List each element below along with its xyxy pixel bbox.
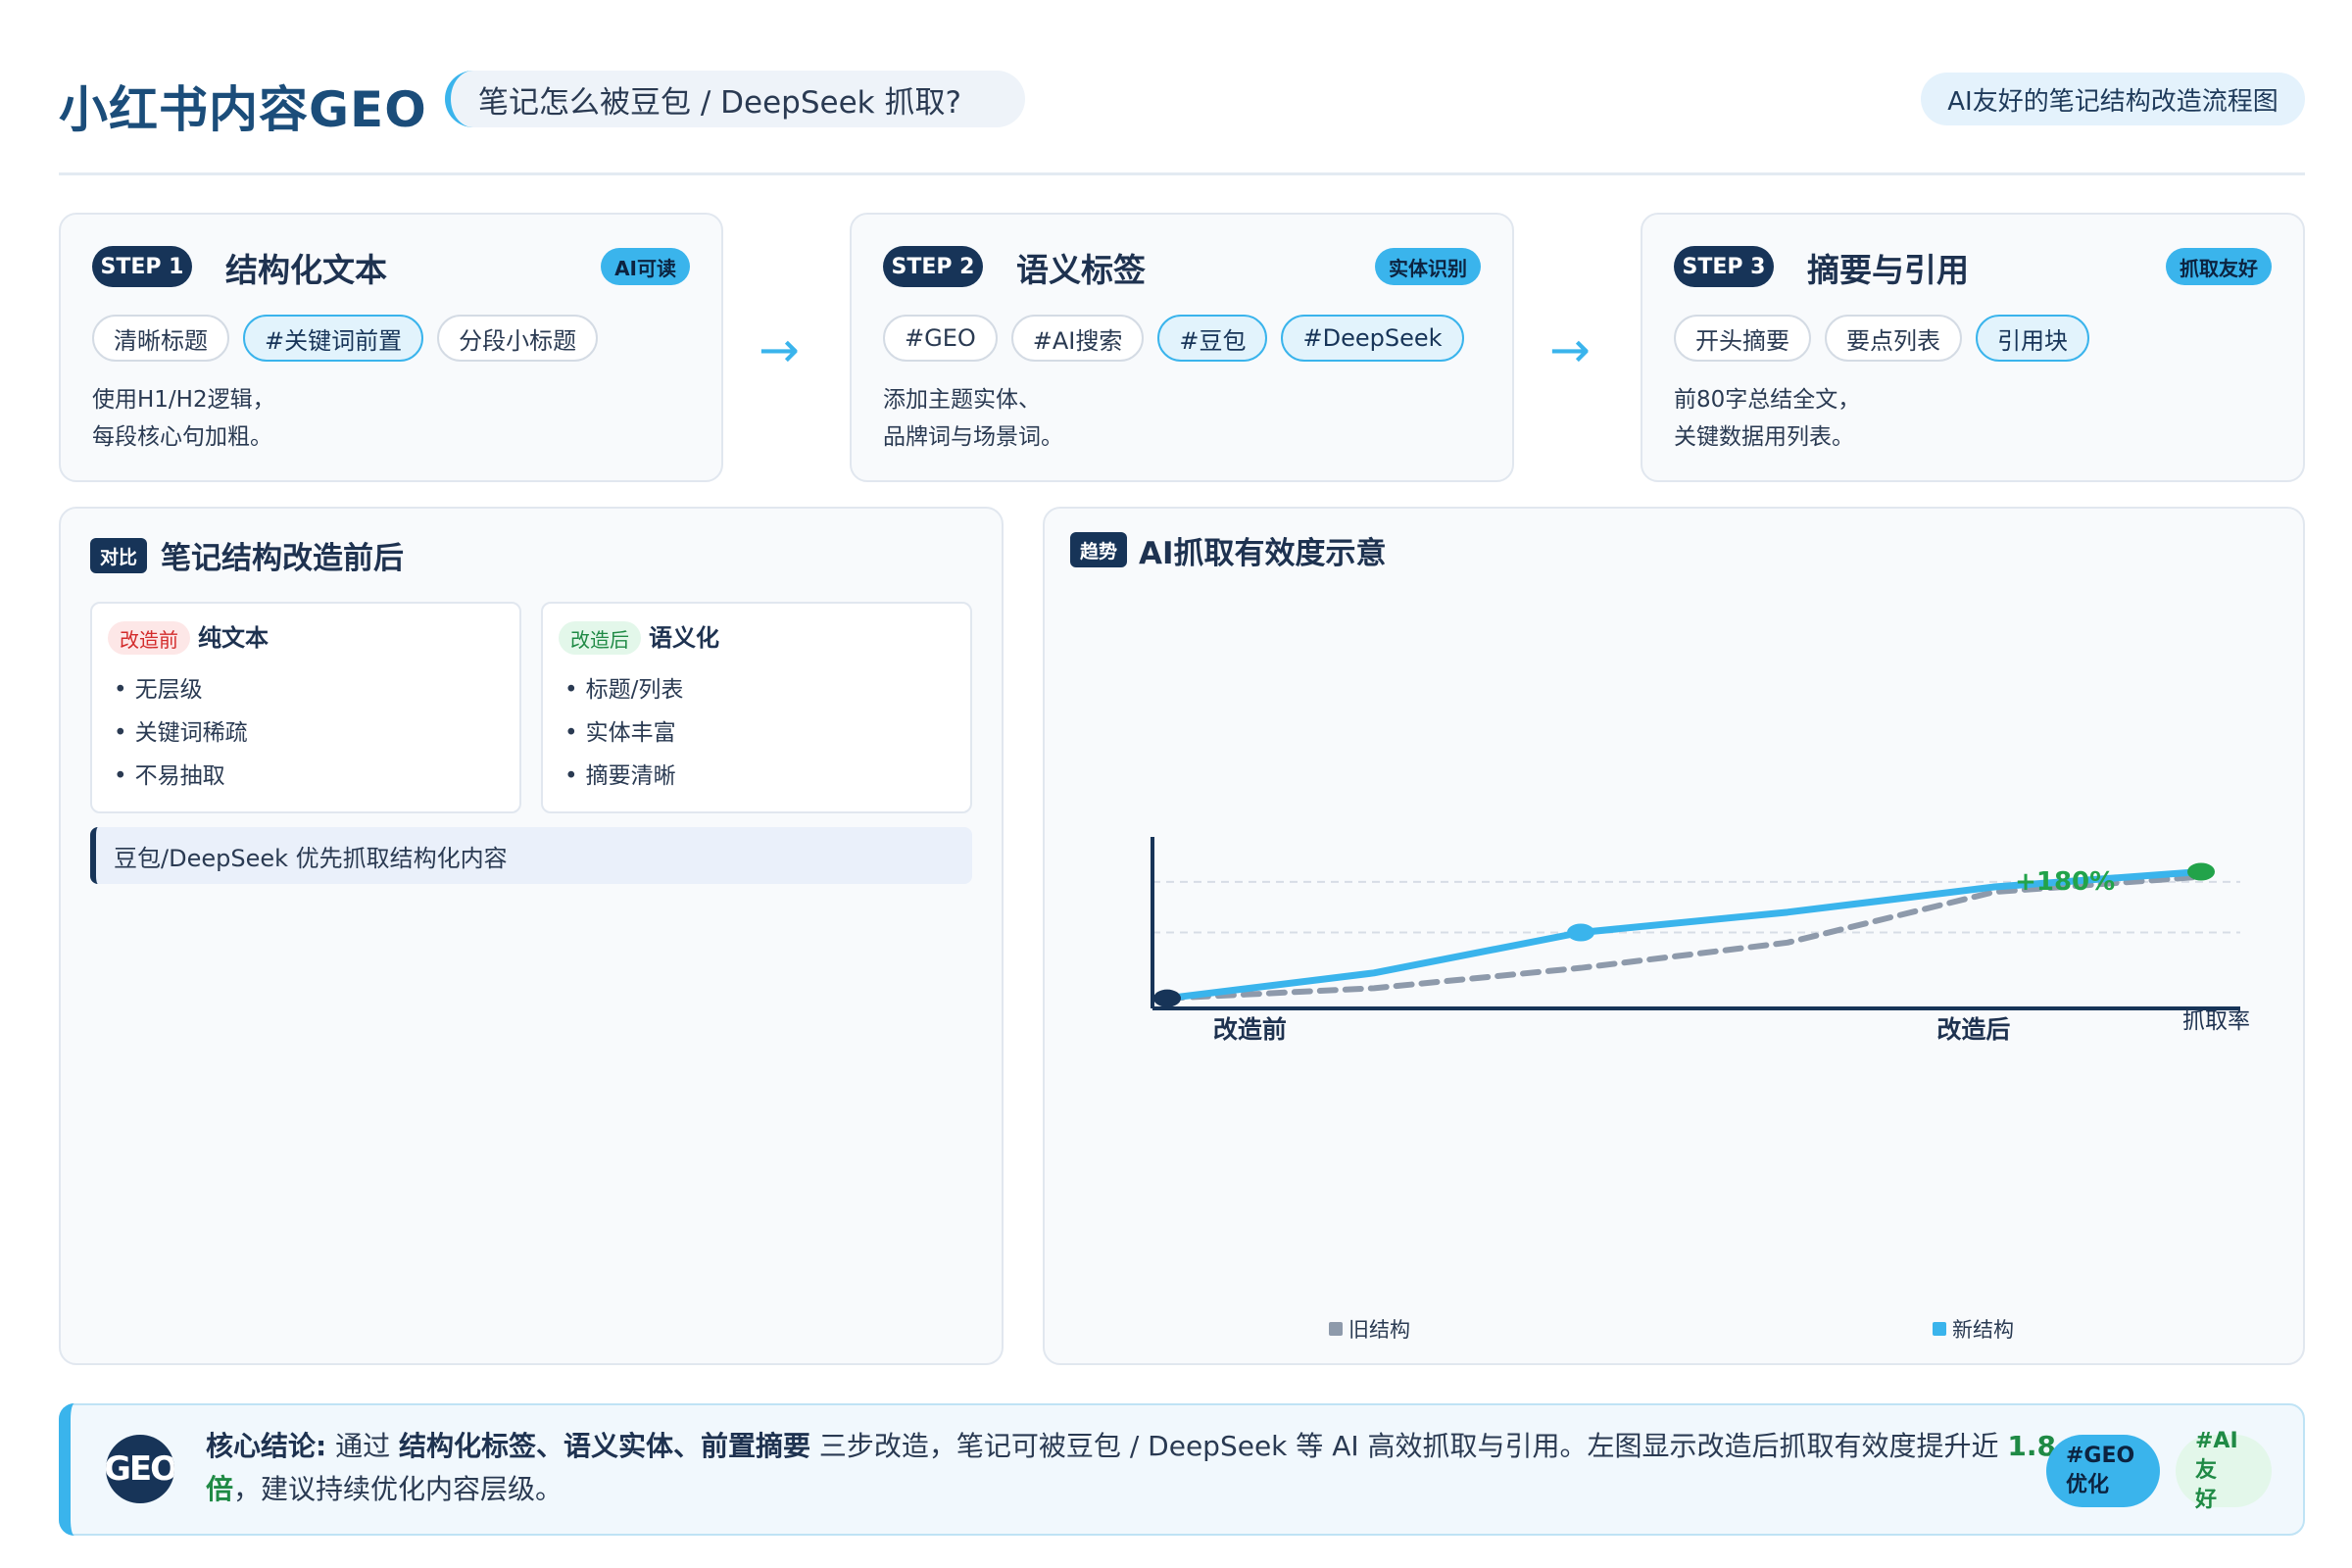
tag-chip-highlight: #关键词前置	[243, 315, 424, 362]
step-description-line: 每段核心句加粗。	[92, 424, 272, 450]
list-item: 摘要清晰	[564, 755, 683, 798]
chip-row: 开头摘要 要点列表 引用块	[1674, 315, 2089, 362]
tag-chip: #GEO	[883, 315, 998, 362]
conclusion-fragment: ，建议持续优化内容层级。	[233, 1473, 564, 1505]
chip-row: #GEO #AI搜索 #豆包 #DeepSeek	[883, 315, 1464, 362]
chip-row: 清晰标题 #关键词前置 分段小标题	[92, 315, 599, 362]
hashtag-line: #AI友	[2195, 1429, 2238, 1483]
data-point-1	[1567, 923, 1594, 942]
header-badge: AI友好的笔记结构改造流程图	[1921, 73, 2305, 125]
hashtag-line: 优化	[2066, 1473, 2110, 1497]
step-title: 摘要与引用	[1807, 251, 1969, 289]
chart-panel: 趋势 AI抓取有效度示意 +180% 改造前 改造后 抓取率 旧结构 新结构	[1043, 507, 2305, 1365]
legend-label: 旧结构	[1348, 1318, 1410, 1342]
after-tag: 改造后	[559, 621, 641, 655]
conclusion-lead: 核心结论:	[206, 1430, 327, 1462]
chart-annotation: +180%	[2015, 867, 2115, 897]
step-description: 使用H1/H2逻辑， 每段核心句加粗。	[92, 381, 275, 456]
after-box: 改造后 语义化 标题/列表 实体丰富 摘要清晰	[541, 602, 972, 813]
conclusion-text: 核心结论: 通过 结构化标签、语义实体、前置摘要 三步改造，笔记可被豆包 / D…	[206, 1425, 2068, 1511]
step-card-2: STEP 2 语义标签 实体识别 #GEO #AI搜索 #豆包 #DeepSee…	[850, 213, 1514, 482]
step-badge: 抓取友好	[2166, 248, 2272, 285]
step-description-line: 关键数据用列表。	[1674, 424, 1854, 450]
legend-label: 新结构	[1952, 1318, 2014, 1342]
compare-note: 豆包/DeepSeek 优先抓取结构化内容	[90, 827, 972, 884]
list-item: 关键词稀疏	[114, 711, 248, 755]
step-title: 结构化文本	[225, 251, 387, 289]
step-card-3: STEP 3 摘要与引用 抓取友好 开头摘要 要点列表 引用块 前80字总结全文…	[1641, 213, 2305, 482]
step-description-line: 添加主题实体、	[883, 387, 1041, 413]
step-title: 语义标签	[1016, 251, 1146, 289]
before-list: 无层级 关键词稀疏 不易抽取	[114, 668, 248, 798]
step-badge: 实体识别	[1375, 248, 1481, 285]
before-tag: 改造前	[108, 621, 190, 655]
step-description-line: 使用H1/H2逻辑，	[92, 387, 275, 413]
compare-panel: 对比 笔记结构改造前后 改造前 纯文本 无层级 关键词稀疏 不易抽取 改造后 语…	[59, 507, 1004, 1365]
tag-chip: #AI搜索	[1010, 315, 1145, 362]
step-label: STEP 3	[1674, 246, 1774, 287]
tag-chip: 要点列表	[1825, 315, 1962, 362]
header-divider	[59, 172, 2305, 175]
legend-item-old: 旧结构	[1329, 1314, 1410, 1344]
hashtag-line: 好	[2195, 1488, 2218, 1512]
page-header: 小红书内容GEO 笔记怎么被豆包 / DeepSeek 抓取? AI友好的笔记结…	[59, 61, 2305, 139]
legend-swatch-old	[1329, 1322, 1343, 1336]
step-description: 添加主题实体、 品牌词与场景词。	[883, 381, 1063, 456]
hashtag-line: #GEO	[2066, 1444, 2135, 1468]
compare-title: 笔记结构改造前后	[161, 541, 404, 576]
after-list: 标题/列表 实体丰富 摘要清晰	[564, 668, 684, 798]
list-item: 标题/列表	[564, 668, 684, 711]
tag-chip-highlight: 引用块	[1976, 315, 2089, 362]
step-label: STEP 1	[92, 246, 192, 287]
page-title: 小红书内容GEO	[59, 81, 427, 138]
conclusion-bold: 结构化标签、语义实体、前置摘要	[399, 1430, 811, 1462]
compare-tag: 对比	[90, 538, 148, 573]
arrow-right-icon: →	[1549, 321, 1591, 378]
tag-chip-highlight: #豆包	[1157, 315, 1268, 362]
data-point-0	[1153, 989, 1181, 1007]
legend-item-new: 新结构	[1933, 1314, 2014, 1344]
data-point-2	[2187, 862, 2215, 881]
list-item: 实体丰富	[564, 711, 683, 755]
after-title: 语义化	[649, 624, 719, 652]
x-tick-label: 改造前	[1213, 1015, 1287, 1044]
conclusion-banner: GEO 核心结论: 通过 结构化标签、语义实体、前置摘要 三步改造，笔记可被豆包…	[59, 1403, 2305, 1536]
legend-swatch-new	[1933, 1322, 1946, 1336]
step-label: STEP 2	[883, 246, 983, 287]
list-item: 无层级	[114, 668, 248, 711]
before-box: 改造前 纯文本 无层级 关键词稀疏 不易抽取	[90, 602, 521, 813]
step-description-line: 前80字总结全文，	[1674, 387, 1861, 413]
tag-chip: 开头摘要	[1674, 315, 1811, 362]
hashtag-ai: #AI友好	[2176, 1429, 2272, 1512]
step-card-1: STEP 1 结构化文本 AI可读 清晰标题 #关键词前置 分段小标题 使用H1…	[59, 213, 723, 482]
line-chart: +180% 改造前 改造后 抓取率	[1151, 837, 2250, 1044]
arrow-right-icon: →	[759, 321, 800, 378]
before-title: 纯文本	[198, 624, 269, 652]
step-description-line: 品牌词与场景词。	[883, 424, 1063, 450]
conclusion-fragment: 通过	[326, 1430, 400, 1462]
tag-chip: 清晰标题	[92, 315, 229, 362]
x-tick-label: 改造后	[1936, 1015, 2010, 1044]
conclusion-fragment: 三步改造，笔记可被豆包 / DeepSeek 等 AI 高效抓取与引用。左图显示…	[810, 1430, 2008, 1462]
subtitle-pill: 笔记怎么被豆包 / DeepSeek 抓取?	[445, 71, 1025, 127]
step-badge: AI可读	[601, 248, 690, 285]
step-description: 前80字总结全文， 关键数据用列表。	[1674, 381, 1860, 456]
tag-chip-highlight: #DeepSeek	[1281, 315, 1464, 362]
list-item: 不易抽取	[114, 755, 248, 798]
tag-chip: 分段小标题	[437, 315, 599, 362]
axis-label: 抓取率	[2182, 1008, 2250, 1034]
hashtag-geo: #GEO 优化	[2046, 1435, 2160, 1507]
geo-logo-icon: GEO	[106, 1435, 174, 1503]
